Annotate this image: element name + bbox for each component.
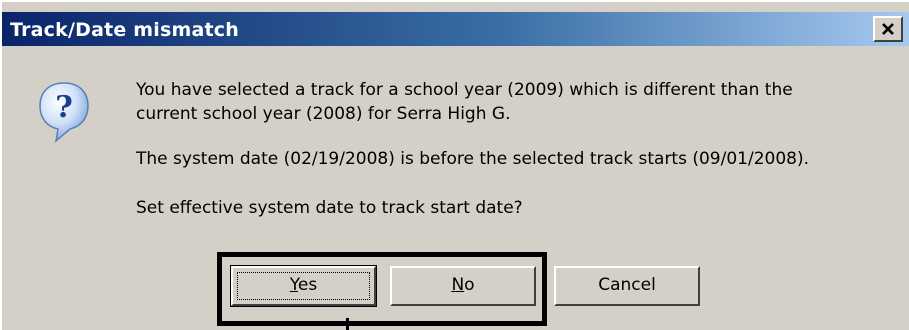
message-line-2: current school year (2008) for Serra Hig… [136, 104, 511, 124]
message-line-4: Set effective system date to track start… [136, 198, 523, 218]
message-line-3: The system date (02/19/2008) is before t… [136, 149, 810, 169]
dialog-title: Track/Date mismatch [10, 19, 239, 41]
svg-text:?: ? [55, 90, 73, 125]
close-icon [881, 20, 895, 41]
question-icon: ? [36, 79, 92, 147]
title-bar[interactable]: Track/Date mismatch [2, 12, 909, 46]
cancel-label: Cancel [598, 275, 656, 295]
close-button[interactable] [873, 16, 903, 42]
annotation-highlight-box [217, 252, 547, 326]
annotation-pointer [346, 318, 349, 330]
message-line-1: You have selected a track for a school y… [136, 80, 793, 100]
cancel-button[interactable]: Cancel [554, 266, 700, 306]
